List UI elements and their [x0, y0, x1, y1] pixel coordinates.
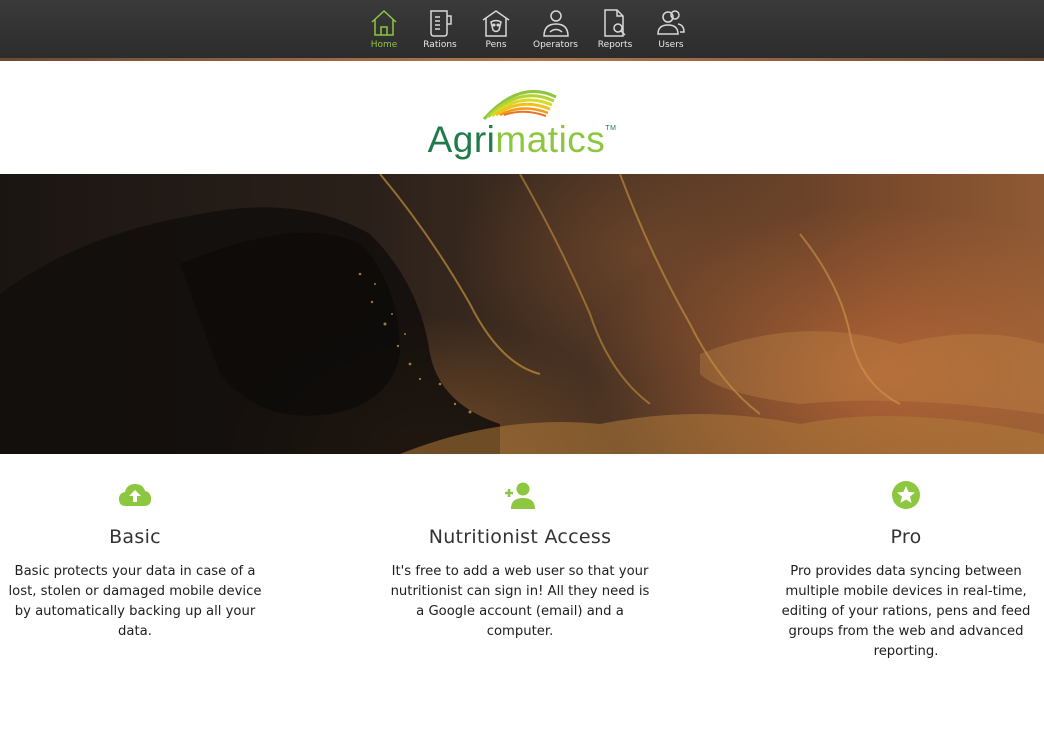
agrimatics-logo: AgrimaticsTM [0, 61, 1044, 174]
logo-arc-emblem [482, 89, 557, 121]
top-navigation-bar: Home Rations Pens Operators Reports User… [0, 0, 1044, 58]
feature-title-basic: Basic [109, 526, 161, 548]
logo-text-agri: Agri [427, 119, 496, 160]
logo-trademark: TM [605, 125, 617, 132]
nav-item-rations[interactable]: Rations [412, 0, 468, 58]
feature-text-nutritionist-access: It's free to add a web user so that your… [390, 564, 650, 639]
main-nav: Home Rations Pens Operators Reports User… [356, 0, 699, 58]
reports-icon [604, 9, 626, 37]
nav-label-reports: Reports [597, 40, 633, 50]
nav-label-home: Home [370, 40, 398, 50]
feature-text-basic: Basic protects your data in case of a lo… [8, 564, 262, 639]
add-user-icon [505, 482, 535, 509]
feature-title-nutritionist-access: Nutritionist Access [428, 526, 612, 548]
hero-image [0, 174, 1044, 454]
nav-label-pens: Pens [485, 40, 507, 50]
rations-icon [430, 10, 452, 37]
feature-section: Basic Basic protects your data in case o… [0, 480, 1044, 680]
star-circle-icon [892, 481, 920, 509]
users-icon [657, 10, 685, 35]
nav-item-reports[interactable]: Reports [587, 0, 643, 58]
logo-text-matics: matics [495, 119, 606, 160]
logo-wordmark: AgrimaticsTM [0, 119, 1044, 161]
pens-icon [482, 10, 510, 37]
nav-item-operators[interactable]: Operators [524, 0, 587, 58]
feature-title-pro: Pro [890, 526, 922, 548]
feature-text-pro: Pro provides data syncing between multip… [781, 564, 1031, 659]
nav-label-operators: Operators [533, 40, 578, 50]
nav-label-rations: Rations [423, 40, 457, 50]
cloud-upload-icon [119, 484, 151, 506]
feature-pro: Pro Pro provides data syncing between mu… [771, 480, 1041, 662]
feature-nutritionist-access: Nutritionist Access It's free to add a w… [385, 480, 655, 642]
operators-icon [542, 10, 569, 37]
nav-item-users[interactable]: Users [643, 0, 699, 58]
feature-basic: Basic Basic protects your data in case o… [0, 480, 270, 642]
hero-cattle-feed-illustration [0, 174, 1044, 454]
nav-item-pens[interactable]: Pens [468, 0, 524, 58]
home-icon [371, 9, 397, 36]
nav-label-users: Users [658, 40, 684, 50]
nav-item-home[interactable]: Home [356, 0, 412, 58]
